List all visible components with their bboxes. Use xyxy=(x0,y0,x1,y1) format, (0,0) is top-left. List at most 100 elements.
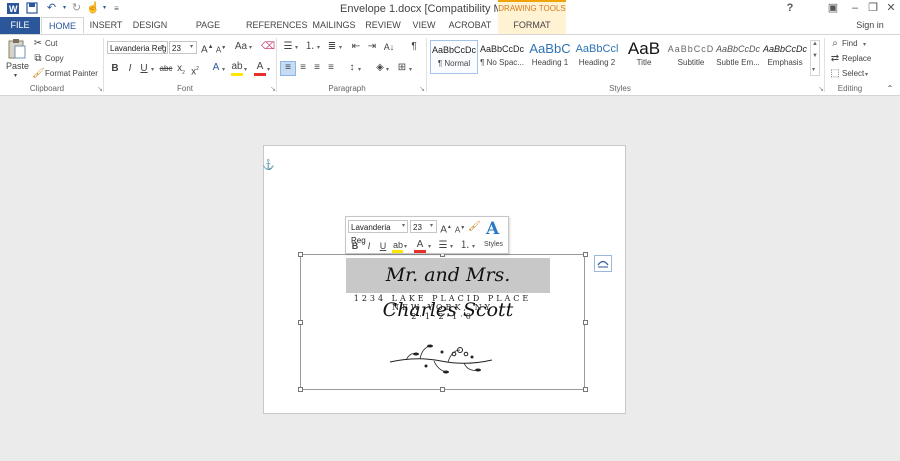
italic-button[interactable]: I xyxy=(124,63,136,75)
format-painter-button[interactable]: Format Painter xyxy=(45,69,98,78)
mini-bullets-dropdown-icon[interactable]: ▾ xyxy=(450,243,453,250)
change-case-dropdown-icon[interactable]: ▾ xyxy=(249,44,252,51)
mini-font-color-dropdown-icon[interactable]: ▾ xyxy=(428,243,431,250)
mini-bullets-icon[interactable]: ☰ xyxy=(437,240,449,252)
borders-icon[interactable]: ⊞ xyxy=(396,62,408,74)
mini-styles-button[interactable]: Styles xyxy=(484,241,503,248)
collapse-ribbon-icon[interactable]: ⌃ xyxy=(884,83,896,95)
mini-numbering-dropdown-icon[interactable]: ▾ xyxy=(472,243,475,250)
tab-page-layout[interactable]: PAGE LAYOUT xyxy=(177,17,239,47)
resize-handle-s[interactable] xyxy=(440,387,445,392)
tab-review[interactable]: REVIEW xyxy=(364,17,402,34)
address-zip[interactable]: 2·1·2·1·0 xyxy=(300,312,585,321)
font-size-dropdown-icon[interactable]: ▾ xyxy=(190,43,193,50)
find-icon[interactable]: ⌕ xyxy=(829,38,841,50)
superscript-button[interactable]: x2 xyxy=(189,63,201,77)
bold-button[interactable]: B xyxy=(109,63,121,75)
tab-file[interactable]: FILE xyxy=(0,17,40,34)
cut-button[interactable]: Cut xyxy=(45,39,57,48)
mini-underline-button[interactable]: U xyxy=(377,240,389,252)
tab-home[interactable]: HOME xyxy=(41,17,84,34)
tab-insert[interactable]: INSERT xyxy=(86,17,126,34)
select-dropdown-icon[interactable]: ▾ xyxy=(865,71,868,78)
highlight-icon[interactable]: ab xyxy=(231,61,243,73)
font-color-dropdown-icon[interactable]: ▾ xyxy=(267,66,270,73)
borders-dropdown-icon[interactable]: ▾ xyxy=(409,66,412,73)
tab-design[interactable]: DESIGN xyxy=(130,17,170,34)
styles-scroll-up-icon[interactable]: ▲ xyxy=(812,41,818,47)
style-no-spacing[interactable]: AaBbCcDc ¶ No Spac... xyxy=(478,40,526,74)
shading-icon[interactable]: ◈ xyxy=(374,62,386,74)
help-icon[interactable]: ? xyxy=(781,1,799,16)
highlight-dropdown-icon[interactable]: ▾ xyxy=(244,66,247,73)
increase-indent-icon[interactable]: ⇥ xyxy=(366,41,378,53)
align-center-icon[interactable]: ≡ xyxy=(297,62,309,74)
mini-highlight-dropdown-icon[interactable]: ▾ xyxy=(404,243,407,250)
replace-icon[interactable]: ⇄ xyxy=(829,53,841,65)
replace-button[interactable]: Replace xyxy=(842,54,871,63)
copy-button[interactable]: Copy xyxy=(45,54,64,63)
mini-bold-button[interactable]: B xyxy=(349,240,361,252)
bullets-icon[interactable]: ☰ xyxy=(282,41,294,53)
tab-view[interactable]: VIEW xyxy=(408,17,440,34)
strikethrough-button[interactable]: abc xyxy=(159,63,173,75)
change-case-icon[interactable]: Aa xyxy=(233,41,249,53)
find-button[interactable]: Find xyxy=(842,39,858,48)
sort-icon[interactable]: A↓ xyxy=(383,41,395,53)
subscript-button[interactable]: x2 xyxy=(175,63,187,76)
mini-italic-button[interactable]: I xyxy=(363,240,375,252)
style-subtitle[interactable]: AaBbCcD Subtitle xyxy=(667,40,715,74)
multilevel-dropdown-icon[interactable]: ▾ xyxy=(339,44,342,51)
layout-options-button[interactable] xyxy=(594,255,612,272)
font-family-combo[interactable]: Lavanderia Reg xyxy=(107,41,168,54)
text-effects-dropdown-icon[interactable]: ▾ xyxy=(222,66,225,73)
clipboard-launcher-icon[interactable]: ↘ xyxy=(94,84,106,96)
mini-font-family-combo[interactable]: Lavanderia Reg xyxy=(348,220,408,245)
mini-format-painter-icon[interactable]: 🖌 xyxy=(468,221,481,233)
paste-dropdown-icon[interactable]: ▾ xyxy=(14,72,17,79)
shading-dropdown-icon[interactable]: ▾ xyxy=(386,66,389,73)
minimize-icon[interactable]: – xyxy=(846,1,864,16)
shrink-font-icon[interactable]: A▼ xyxy=(215,42,227,55)
tab-mailings[interactable]: MAILINGS xyxy=(310,17,358,34)
underline-dropdown-icon[interactable]: ▾ xyxy=(151,66,154,73)
select-button[interactable]: Select xyxy=(842,69,864,78)
close-icon[interactable]: ✕ xyxy=(882,1,900,16)
restore-icon[interactable]: ❐ xyxy=(864,1,882,16)
justify-icon[interactable]: ≡ xyxy=(325,62,337,74)
find-dropdown-icon[interactable]: ▾ xyxy=(863,41,866,48)
address-line-1[interactable]: 1234 LAKE PLACID PLACE xyxy=(300,294,585,303)
grow-font-icon[interactable]: A▲ xyxy=(201,41,214,55)
style-heading-1[interactable]: AaBbC Heading 1 xyxy=(526,40,574,74)
resize-handle-ne[interactable] xyxy=(583,252,588,257)
style-normal[interactable]: AaBbCcDc ¶ Normal xyxy=(430,40,478,74)
styles-more-icon[interactable]: ▾ xyxy=(812,66,815,73)
recipient-name[interactable]: Mr. and Mrs. Charles Scott xyxy=(346,258,550,321)
style-title[interactable]: AaB Title xyxy=(620,40,668,74)
decrease-indent-icon[interactable]: ⇤ xyxy=(350,41,362,53)
resize-handle-nw[interactable] xyxy=(298,252,303,257)
line-spacing-dropdown-icon[interactable]: ▾ xyxy=(358,66,361,73)
text-effects-icon[interactable]: A xyxy=(210,62,222,74)
tab-acrobat[interactable]: ACROBAT xyxy=(446,17,494,34)
sign-in-link[interactable]: Sign in xyxy=(850,17,890,34)
align-right-icon[interactable]: ≡ xyxy=(311,62,323,74)
styles-launcher-icon[interactable]: ↘ xyxy=(815,84,827,96)
style-heading-2[interactable]: AaBbCcl Heading 2 xyxy=(573,40,621,74)
mini-styles-icon[interactable]: A xyxy=(486,219,506,239)
mini-font-dropdown-icon[interactable]: ▾ xyxy=(402,222,405,229)
paste-icon[interactable] xyxy=(7,38,27,60)
mini-size-dropdown-icon[interactable]: ▾ xyxy=(430,222,433,229)
mini-numbering-icon[interactable]: ⒈ xyxy=(459,240,471,252)
select-icon[interactable]: ⬚ xyxy=(829,68,841,80)
address-line-2[interactable]: NEW YORK, NY xyxy=(300,303,585,312)
clear-formatting-icon[interactable]: ⌫ xyxy=(261,41,275,53)
tab-references[interactable]: REFERENCES xyxy=(246,17,308,34)
numbering-icon[interactable]: ⒈ xyxy=(304,41,316,53)
show-hide-icon[interactable]: ¶ xyxy=(408,41,420,53)
tab-format[interactable]: FORMAT xyxy=(498,17,566,34)
bullets-dropdown-icon[interactable]: ▾ xyxy=(295,44,298,51)
styles-scroll-down-icon[interactable]: ▼ xyxy=(812,53,818,59)
font-family-dropdown-icon[interactable]: ▾ xyxy=(161,43,164,50)
font-launcher-icon[interactable]: ↘ xyxy=(267,84,279,96)
